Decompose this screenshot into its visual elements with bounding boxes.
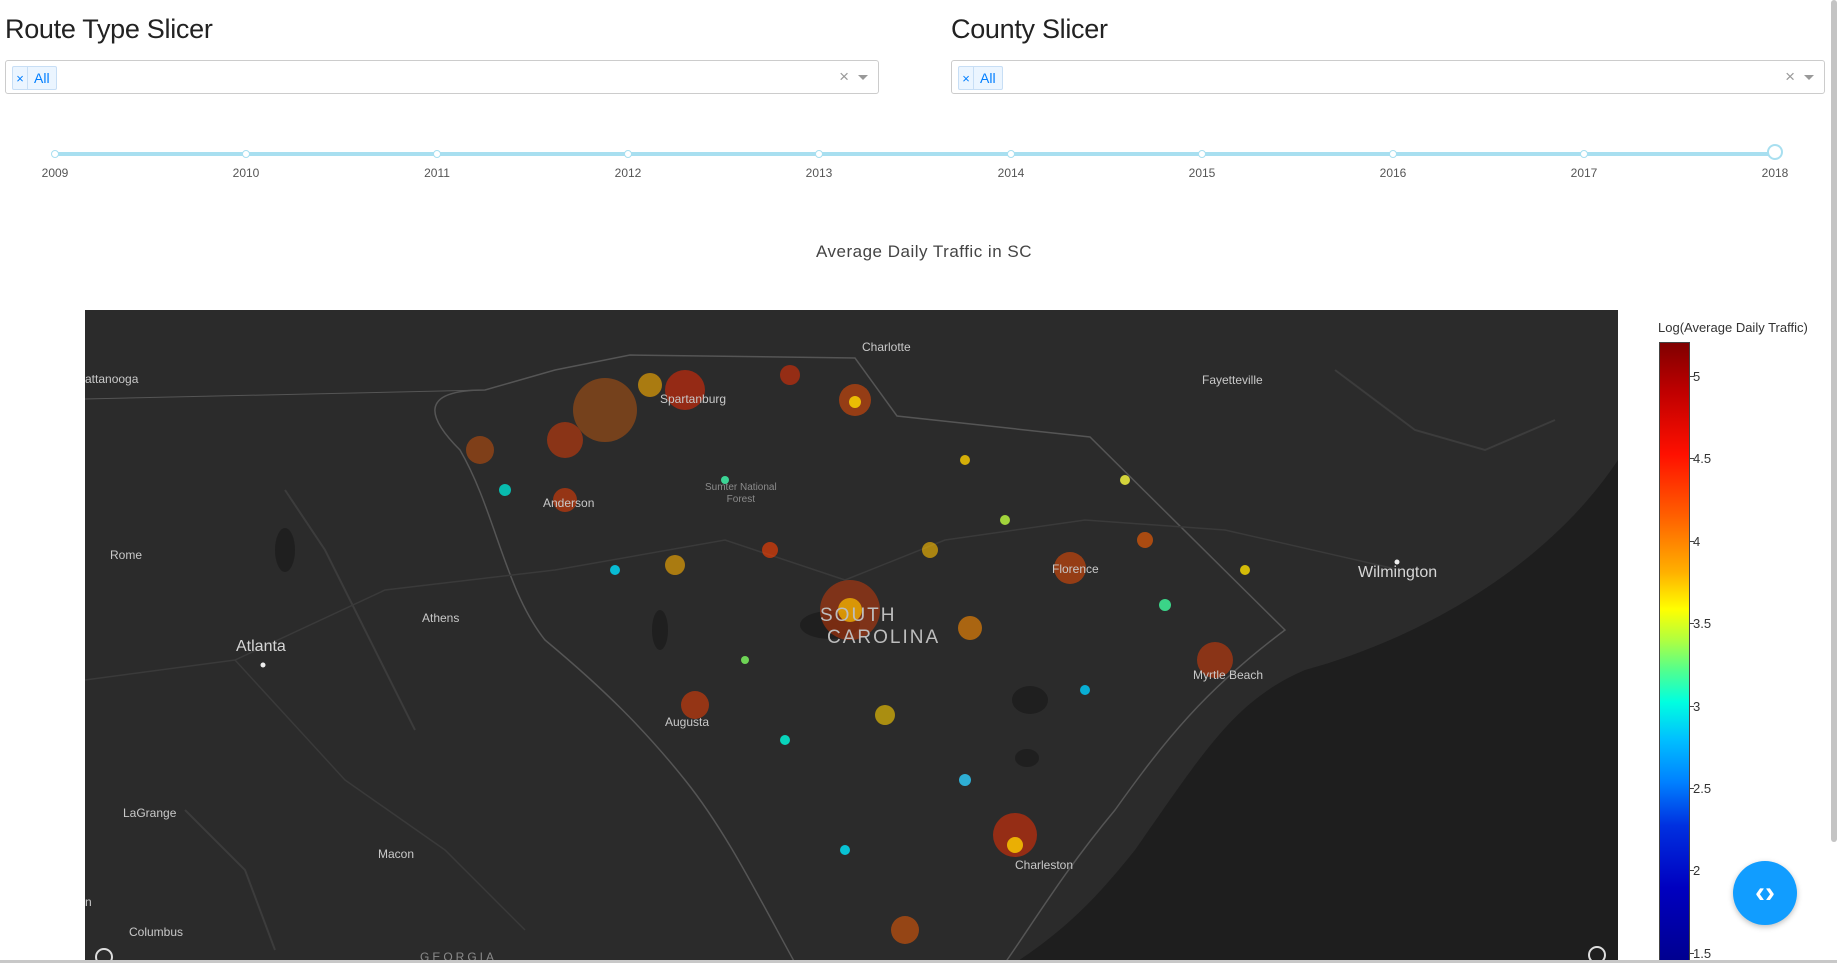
road [85, 539, 846, 681]
map-label-fayetteville: Fayetteville [1202, 373, 1263, 387]
county-clear-icon[interactable]: × [1785, 67, 1795, 87]
year-label: 2009 [41, 166, 69, 180]
colorbar-tick-label: 4 [1693, 534, 1701, 549]
year-label: 2010 [232, 166, 260, 180]
map-label-chattanooga: attanooga [85, 372, 139, 386]
county-slicer-title: County Slicer [951, 14, 1108, 44]
year-label: 2018 [1761, 166, 1789, 180]
forest-label-line: Sumter National [705, 482, 777, 493]
map-label-state-1: SOUTH [820, 605, 897, 626]
map-label-sumter-forest: Sumter National Forest [705, 482, 777, 506]
colorbar-tick-label: 3.5 [1693, 616, 1712, 631]
route-type-chip: × All [12, 66, 57, 90]
lake [275, 528, 295, 572]
year-label: 2015 [1188, 166, 1216, 180]
county-chip: × All [958, 66, 1003, 90]
map-label-atlanta: Atlanta [236, 638, 286, 655]
colorbar-tick-label: 4.5 [1693, 451, 1712, 466]
river [284, 489, 416, 731]
lake [652, 610, 668, 650]
year-tick-2014[interactable] [1007, 150, 1015, 158]
year-label: 2017 [1570, 166, 1598, 180]
year-label: 2016 [1379, 166, 1407, 180]
year-label: 2013 [805, 166, 833, 180]
map-label-charleston: Charleston [1015, 858, 1074, 872]
code-toggle-icon: ‹› [1755, 876, 1775, 909]
year-label: 2014 [997, 166, 1025, 180]
map-label-wilmington: Wilmington [1358, 564, 1438, 581]
river [1334, 369, 1556, 452]
chart-title: Average Daily Traffic in SC [815, 242, 1032, 261]
year-slider[interactable]: 2009 2010 2011 2012 2013 2014 2015 2016 … [42, 144, 1788, 190]
route-type-dropdown[interactable]: × All × [5, 60, 879, 94]
county-dropdown[interactable]: × All × [951, 60, 1825, 94]
year-tick-2013[interactable] [815, 150, 823, 158]
lake-moultrie [1015, 749, 1039, 767]
map-label-state-2: CAROLINA [827, 627, 941, 648]
road [234, 659, 526, 931]
map-label-augusta: Augusta [665, 715, 710, 729]
year-tick-2009[interactable] [51, 150, 59, 158]
year-tick-2010[interactable] [242, 150, 250, 158]
map-label-anderson: Anderson [543, 496, 595, 510]
colorbar [1659, 342, 1690, 963]
river [184, 809, 276, 951]
year-tick-2016[interactable] [1389, 150, 1397, 158]
year-label: 2011 [424, 166, 450, 180]
traffic-map[interactable]: Charlotte attanooga Fayetteville Spartan… [85, 310, 1618, 963]
lake-marion [1012, 686, 1048, 714]
year-slider-track[interactable] [55, 152, 1775, 156]
ocean-area [1015, 460, 1618, 963]
route-type-chevron-down-icon[interactable] [858, 75, 868, 80]
map-label-charlotte: Charlotte [862, 340, 911, 354]
code-toggle-button[interactable]: ‹› [1733, 861, 1797, 925]
year-label: 2012 [614, 166, 642, 180]
state-line-north [85, 389, 486, 400]
county-chip-label: All [980, 70, 996, 86]
map-label-florence: Florence [1052, 562, 1099, 576]
map-label-lagrange: LaGrange [123, 806, 177, 820]
map-label-macon: Macon [378, 847, 415, 861]
year-tick-2011[interactable] [433, 150, 441, 158]
route-type-chip-label: All [34, 70, 50, 86]
forest-label-line: Forest [726, 494, 756, 505]
vertical-scrollbar[interactable] [1831, 0, 1837, 842]
colorbar-tick-label: 5 [1693, 369, 1701, 384]
year-tick-2015[interactable] [1198, 150, 1206, 158]
year-tick-2017[interactable] [1580, 150, 1588, 158]
map-label-myrtle-beach: Myrtle Beach [1193, 668, 1264, 682]
colorbar-tick-label: 1.5 [1693, 946, 1712, 961]
year-slider-handle[interactable] [1767, 144, 1783, 160]
route-type-clear-icon[interactable]: × [839, 67, 849, 87]
map-label-rome: Rome [110, 548, 143, 562]
atlanta-dot [260, 662, 266, 668]
map-label-edge: n [85, 895, 92, 909]
colorbar-tick-label: 3 [1693, 699, 1701, 714]
map-label-spartanburg: Spartanburg [660, 392, 727, 406]
route-type-slicer-title: Route Type Slicer [5, 14, 213, 44]
year-tick-2012[interactable] [624, 150, 632, 158]
county-chevron-down-icon[interactable] [1804, 75, 1814, 80]
county-chip-remove-icon[interactable]: × [959, 67, 974, 89]
map-label-columbus: Columbus [129, 925, 184, 939]
colorbar-tick-label: 2.5 [1693, 781, 1712, 796]
route-type-chip-remove-icon[interactable]: × [13, 67, 28, 89]
colorbar-title: Log(Average Daily Traffic) [1658, 320, 1808, 335]
map-label-athens: Athens [422, 611, 460, 625]
colorbar-tick-label: 2 [1693, 863, 1701, 878]
